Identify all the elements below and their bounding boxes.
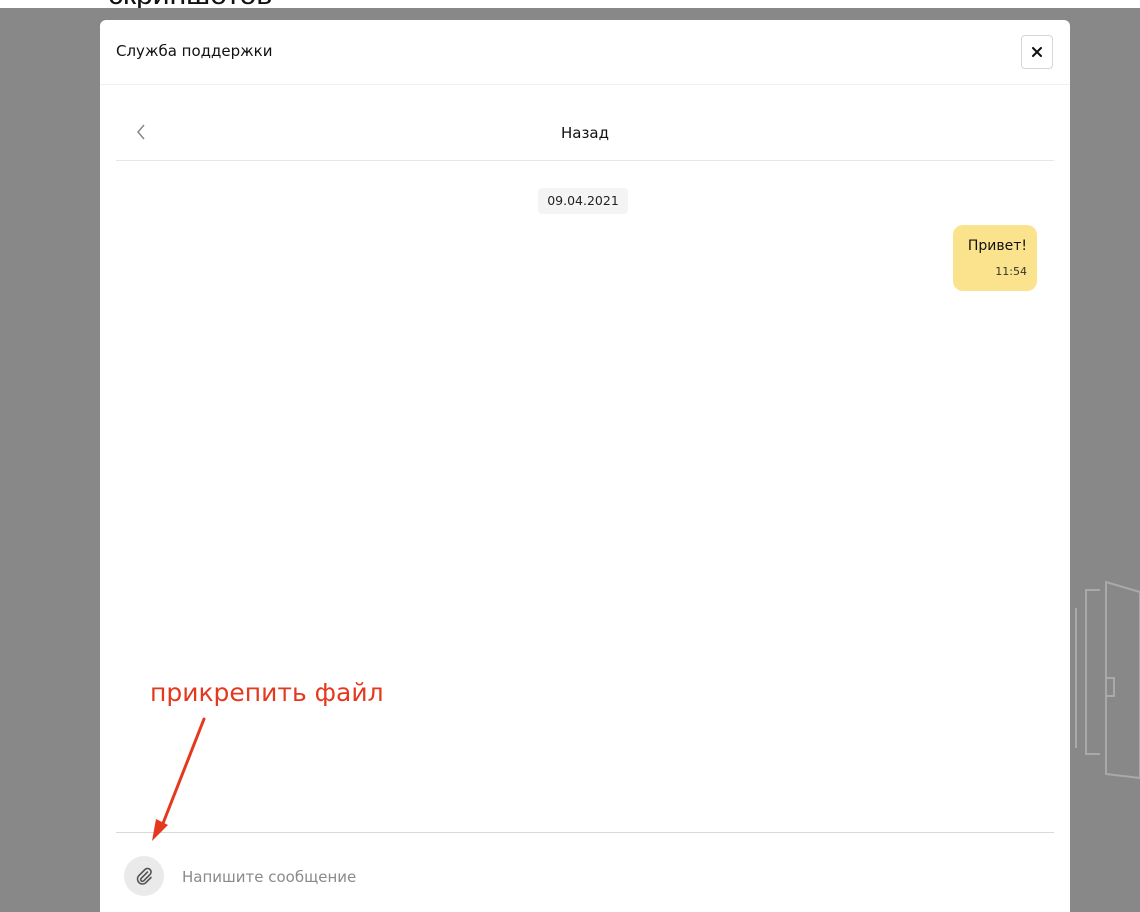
message-input[interactable]: [182, 862, 1022, 892]
message-bubble: Привет! 11:54: [953, 225, 1037, 291]
annotation-arrow-icon: [152, 717, 206, 841]
modal-header: Служба поддержки: [100, 20, 1070, 85]
close-button[interactable]: [1021, 35, 1053, 69]
page-background-strip: скриншотов: [0, 0, 1140, 8]
date-separator: 09.04.2021: [538, 188, 628, 214]
close-icon: [1032, 47, 1042, 57]
composer-divider: [116, 832, 1054, 833]
back-link[interactable]: Назад: [116, 124, 1054, 142]
background-illustration-icon: [1075, 580, 1140, 780]
message-time: 11:54: [995, 265, 1027, 278]
message-text: Привет!: [967, 238, 1027, 254]
support-modal: Служба поддержки Назад 09.04.2021 Привет…: [100, 20, 1070, 912]
paperclip-icon: [136, 867, 152, 885]
chat-nav-bar: Назад: [116, 94, 1054, 161]
attach-file-button[interactable]: [124, 856, 164, 896]
page-caption: скриншотов: [108, 0, 272, 8]
modal-title: Служба поддержки: [116, 42, 273, 60]
annotation-label: прикрепить файл: [150, 678, 384, 707]
